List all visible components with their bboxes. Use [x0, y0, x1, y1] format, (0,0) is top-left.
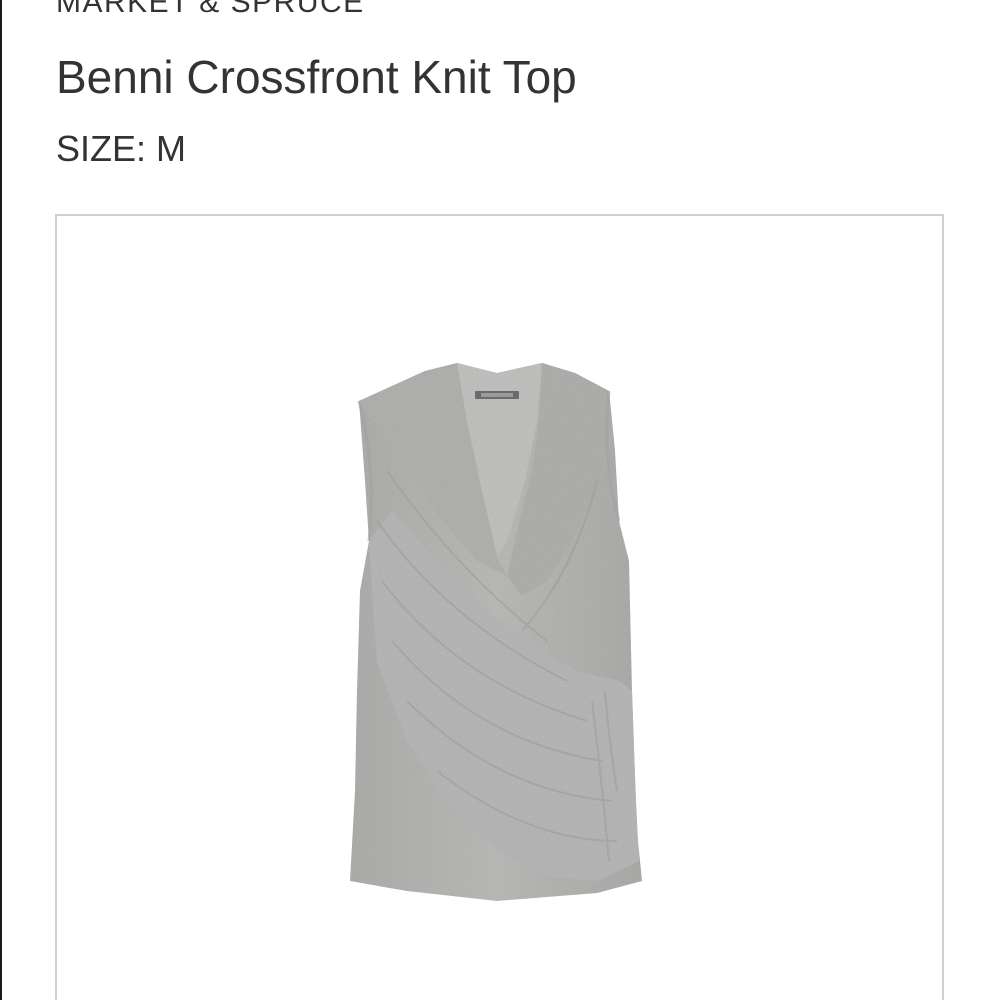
product-image — [350, 363, 642, 901]
size-info: SIZE: M — [56, 128, 186, 170]
left-edge-divider — [0, 0, 2, 1000]
size-value: M — [156, 128, 187, 169]
product-title: Benni Crossfront Knit Top — [56, 51, 577, 103]
size-label: SIZE: — [56, 128, 147, 169]
brand-name: MARKET & SPRUCE — [56, 0, 365, 19]
product-image-frame[interactable] — [55, 214, 944, 1000]
